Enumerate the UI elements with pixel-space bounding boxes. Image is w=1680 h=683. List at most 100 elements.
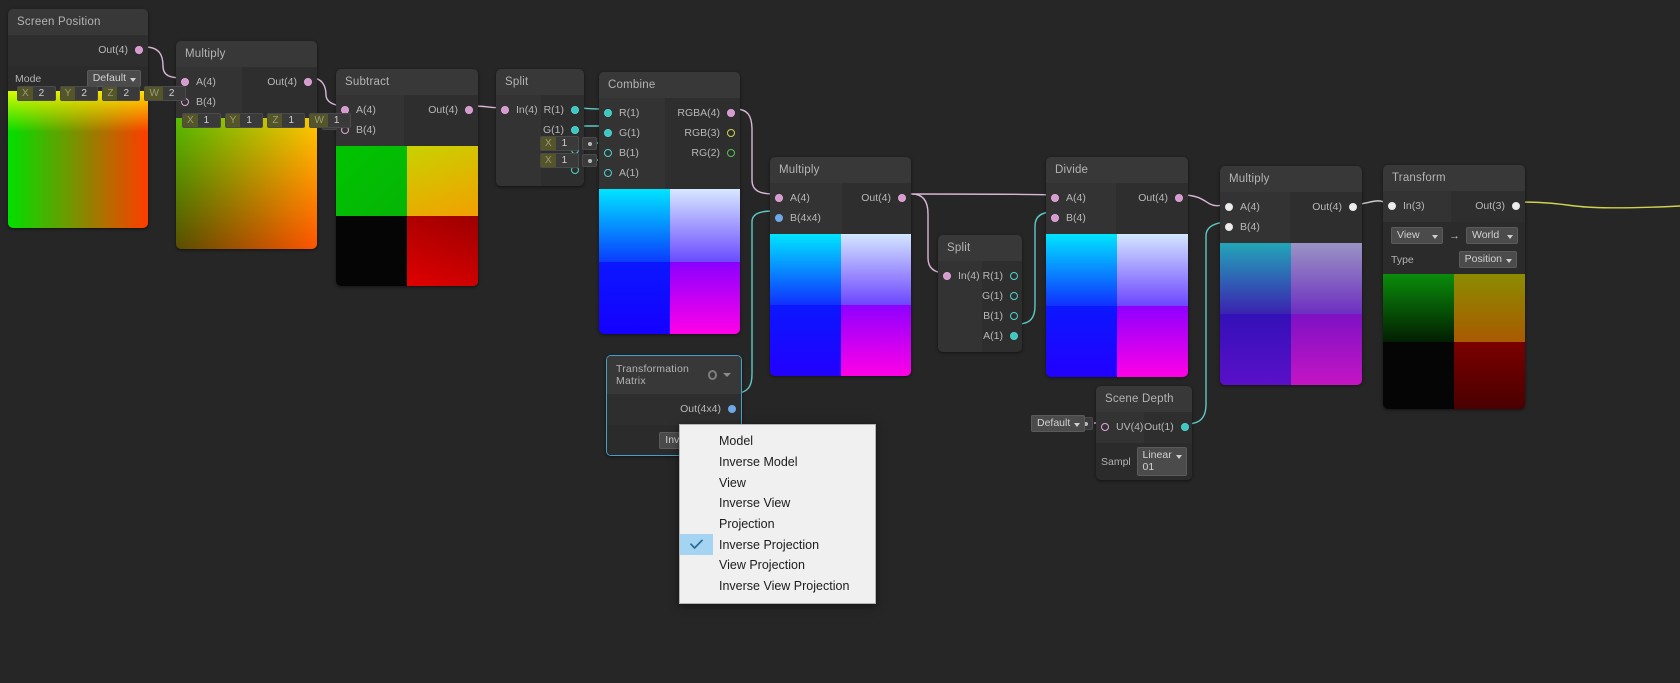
node-screen-position[interactable]: Screen Position Out(4) Mode Default	[8, 9, 148, 228]
port-row[interactable]: RGB(3)	[665, 123, 740, 143]
port-dot-g[interactable]	[1010, 292, 1018, 300]
scene-depth-uv-default-chip[interactable]: Default	[1031, 415, 1086, 437]
port-row[interactable]: In(4)	[496, 100, 541, 120]
menu-item-selected[interactable]: Inverse Projection	[680, 534, 875, 556]
port-dot-a[interactable]	[1010, 332, 1018, 340]
port-dot-a[interactable]	[1225, 203, 1233, 211]
transform-type-row[interactable]: Type Position	[1383, 249, 1525, 274]
node-multiply-2[interactable]: Multiply A(4) B(4x4) Out(4)	[770, 157, 911, 376]
space-conversion-row[interactable]: View → World	[1383, 222, 1525, 249]
port-dot-g[interactable]	[571, 126, 579, 134]
port-row[interactable]: Out(1)	[1144, 417, 1192, 437]
port-dot-out[interactable]	[1512, 202, 1520, 210]
sampling-row[interactable]: Sampling Linear 01	[1096, 443, 1192, 480]
to-space-dropdown[interactable]: World	[1466, 227, 1518, 244]
port-dot-uv[interactable]	[1101, 423, 1109, 431]
chevron-down-icon[interactable]	[723, 373, 731, 377]
port-dot-a[interactable]	[604, 169, 612, 177]
port-row[interactable]: UV(4)	[1096, 417, 1144, 437]
multiply1-vector4-row[interactable]: X1 Y1 Z1 W1	[182, 113, 351, 128]
port-row[interactable]: R(1)	[541, 100, 584, 120]
port-dot-out[interactable]	[1175, 194, 1183, 202]
port-dot-out[interactable]	[898, 194, 906, 202]
screen-position-vector4-row[interactable]: X2 Y2 Z2 W2	[17, 86, 186, 101]
port-row[interactable]: In(4)	[938, 266, 982, 286]
combine-a-slot-stub[interactable]	[582, 154, 597, 167]
port-dot-r[interactable]	[571, 106, 579, 114]
transformation-matrix-dropdown-menu[interactable]: Model Inverse Model View Inverse View Pr…	[679, 424, 876, 604]
vec-z[interactable]: Z2	[102, 86, 141, 101]
port-row[interactable]: B(4)	[1220, 217, 1290, 237]
slot-square[interactable]	[582, 137, 597, 150]
port-dot-out[interactable]	[1180, 423, 1189, 431]
port-dot-b[interactable]	[775, 214, 783, 222]
port-row[interactable]: A(1)	[599, 163, 665, 183]
port-dot-a[interactable]	[775, 194, 783, 202]
port-row[interactable]: B(4)	[1046, 208, 1116, 228]
port-dot-rg[interactable]	[727, 149, 735, 157]
node-scene-depth[interactable]: Scene Depth UV(4) Out(1) Sampling Linear…	[1096, 386, 1192, 480]
port-dot-rgba[interactable]	[727, 109, 735, 117]
menu-item[interactable]: View	[680, 472, 875, 493]
vec-z[interactable]: Z1	[267, 113, 306, 128]
type-dropdown[interactable]: Position	[1458, 251, 1517, 268]
port-dot-out[interactable]	[135, 46, 143, 54]
port-row[interactable]: In(3)	[1383, 196, 1451, 216]
menu-item[interactable]: Inverse Model	[680, 452, 875, 473]
vec-x[interactable]: X2	[17, 86, 56, 101]
port-dot-a[interactable]	[181, 78, 189, 86]
port-dot-b[interactable]	[604, 149, 612, 157]
port-row[interactable]: R(1)	[982, 266, 1022, 286]
port-row[interactable]: G(1)	[982, 286, 1022, 306]
port-row[interactable]: G(1)	[599, 123, 665, 143]
port-dot-rgb[interactable]	[727, 129, 735, 137]
port-row[interactable]: Out(4)	[8, 40, 148, 60]
port-dot-out[interactable]	[1349, 203, 1357, 211]
port-row[interactable]: R(1)	[599, 103, 665, 123]
vec-y[interactable]: Y1	[224, 113, 264, 128]
mode-dropdown[interactable]: Default	[86, 70, 141, 87]
gear-icon[interactable]	[707, 370, 717, 380]
port-dot-r[interactable]	[604, 109, 612, 117]
port-dot-in[interactable]	[501, 106, 509, 114]
node-split-1[interactable]: Split In(4) R(1) G(1) B(1) A(1)	[496, 69, 584, 186]
port-dot-b[interactable]	[1225, 223, 1233, 231]
port-row[interactable]: Out(3)	[1451, 196, 1525, 216]
node-subtract[interactable]: Subtract A(4) B(4) Out(4)	[336, 69, 478, 286]
combine-b-slot-stub[interactable]	[582, 137, 597, 150]
port-row[interactable]: Out(4)	[404, 100, 478, 120]
node-combine[interactable]: Combine R(1) G(1) B(1) A(1) RGBA(4) RGB(…	[599, 72, 740, 334]
port-row[interactable]: RG(2)	[665, 143, 740, 163]
sampling-dropdown[interactable]: Linear 01	[1136, 447, 1187, 476]
menu-item[interactable]: Inverse View Projection	[680, 576, 875, 597]
shader-graph-canvas[interactable]: Screen Position Out(4) Mode Default X2 Y…	[0, 0, 1680, 683]
port-row[interactable]: B(1)	[599, 143, 665, 163]
port-dot-out[interactable]	[304, 78, 312, 86]
port-dot-g[interactable]	[604, 129, 612, 137]
combine-b-field[interactable]: X1	[540, 136, 579, 151]
port-row[interactable]: B(4x4)	[770, 208, 842, 228]
port-row[interactable]: A(4)	[1220, 197, 1290, 217]
port-dot-a[interactable]	[1051, 194, 1059, 202]
vec-x[interactable]: X1	[182, 113, 221, 128]
node-multiply-1[interactable]: Multiply A(4) B(4) Out(4)	[176, 41, 317, 249]
uv-default-dropdown[interactable]: Default	[1031, 415, 1086, 432]
port-dot-out[interactable]	[728, 405, 736, 413]
node-multiply-3[interactable]: Multiply A(4) B(4) Out(4)	[1220, 166, 1362, 385]
port-dot-in[interactable]	[1388, 202, 1396, 210]
port-row[interactable]: RGBA(4)	[665, 103, 740, 123]
port-dot-r[interactable]	[1010, 272, 1018, 280]
combine-a-field[interactable]: X1	[540, 153, 579, 168]
vec-y[interactable]: Y2	[59, 86, 99, 101]
node-transform[interactable]: Transform In(3) Out(3) View → World Type…	[1383, 165, 1525, 409]
port-row[interactable]: B(1)	[982, 306, 1022, 326]
port-row[interactable]: A(1)	[982, 326, 1022, 346]
menu-item[interactable]: View Projection	[680, 555, 875, 576]
slot-square[interactable]	[582, 154, 597, 167]
from-space-dropdown[interactable]: View	[1391, 227, 1443, 244]
port-dot-in[interactable]	[943, 272, 951, 280]
port-dot-out[interactable]	[465, 106, 473, 114]
port-row[interactable]: Out(4)	[1290, 197, 1362, 217]
port-dot-b[interactable]	[1010, 312, 1018, 320]
port-row[interactable]: A(4)	[1046, 188, 1116, 208]
